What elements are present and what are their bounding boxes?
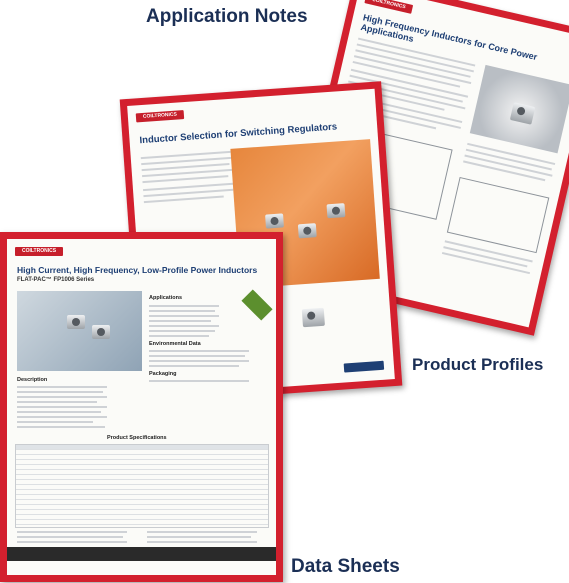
specifications-table-title: Product Specifications [107,435,167,441]
circuit-diagram [446,176,550,254]
text-line [149,360,249,362]
coiltronics-logo: COILTRONICS [364,0,414,14]
table-row [16,520,268,525]
specifications-table [15,444,269,528]
text-line [17,416,107,418]
text-line [147,541,257,543]
text-line [17,391,103,393]
text-line [17,386,107,388]
text-line [149,310,215,312]
text-line [149,305,219,307]
text-line [17,396,107,398]
inductor-image [92,325,110,339]
text-line [149,325,219,327]
text-line [147,531,257,533]
inductor-image [326,203,346,219]
text-line [149,380,249,382]
inductor-image [265,213,284,229]
text-line [17,426,105,428]
text-line [17,421,93,423]
product-profiles-label: Product Profiles [412,355,544,374]
text-line [149,335,209,337]
rohs-badge [241,289,273,321]
inductor-photo [469,64,569,154]
text-line [17,406,107,408]
text-line [149,365,239,367]
data-sheets-label: Data Sheets [291,556,400,577]
inductor-image [297,223,317,239]
data-sheet-footer-bar [7,547,276,561]
cooper-bussmann-logo [343,360,385,373]
text-line [149,315,219,317]
product-photo [17,291,142,371]
text-line [17,531,127,533]
environmental-heading: Environmental Data [149,341,201,347]
applications-heading: Applications [149,295,183,301]
text-line [17,401,97,403]
inductor-image [509,102,536,125]
text-line [149,355,245,357]
coiltronics-logo: COILTRONICS [15,247,63,256]
text-line [17,411,101,413]
text-line [143,195,224,204]
coiltronics-logo: COILTRONICS [135,110,185,123]
description-heading: Description [17,377,48,383]
text-line [149,330,215,332]
inductor-image [301,307,325,328]
inductor-image [67,315,85,329]
data-sheet-page: COILTRONICS High Current, High Frequency… [7,239,276,575]
text-line [142,175,229,184]
text-line [149,320,211,322]
application-notes-label: Application Notes [146,6,308,27]
data-sheet-subtitle: FLAT-PAC™ FP1006 Series [17,277,95,283]
packaging-heading: Packaging [149,371,177,377]
text-line [17,536,123,538]
text-line [147,536,251,538]
text-line [17,541,127,543]
text-line [149,350,249,352]
data-sheet[interactable]: COILTRONICS High Current, High Frequency… [0,232,283,582]
data-sheet-title: High Current, High Frequency, Low-Profil… [17,265,258,275]
